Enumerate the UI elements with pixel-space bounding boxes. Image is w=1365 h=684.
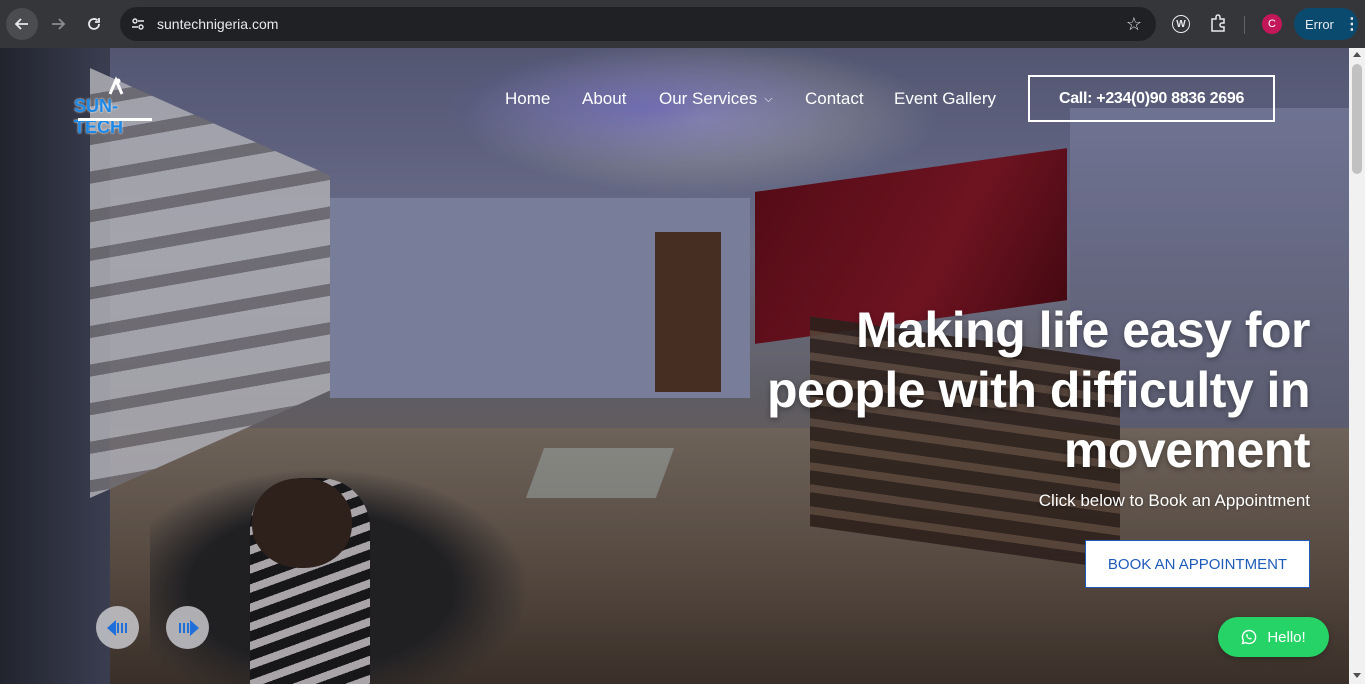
nav-our-services[interactable]: Our Services ⌵ xyxy=(659,89,773,109)
scrollbar-thumb[interactable] xyxy=(1352,64,1362,174)
book-appointment-button[interactable]: BOOK AN APPOINTMENT xyxy=(1085,540,1310,588)
whatsapp-icon xyxy=(1241,629,1257,645)
logo-text: SUN-TECH xyxy=(74,96,123,137)
arrow-right-icon xyxy=(52,18,66,30)
forward-button[interactable] xyxy=(42,8,74,40)
slider-prev-button[interactable] xyxy=(96,606,139,649)
reload-button[interactable] xyxy=(78,8,110,40)
extensions-puzzle-icon[interactable] xyxy=(1208,13,1228,38)
whatsapp-chat-button[interactable]: Hello! xyxy=(1218,617,1329,657)
reload-icon xyxy=(88,18,100,30)
headline-line-2: people with difficulty in xyxy=(766,362,1311,418)
bookmark-star-icon[interactable]: ☆ xyxy=(1126,14,1142,35)
scroll-up-arrow-icon[interactable] xyxy=(1353,52,1361,57)
site-logo[interactable]: SUN-TECH xyxy=(74,76,164,137)
extension-w-icon[interactable]: W xyxy=(1172,15,1190,33)
nav-event-gallery[interactable]: Event Gallery xyxy=(894,89,996,109)
browser-toolbar: suntechnigeria.com ☆ W C Error ⋮ xyxy=(0,0,1365,48)
nav-about[interactable]: About xyxy=(582,89,626,109)
arrow-left-icon xyxy=(106,619,127,636)
profile-avatar[interactable]: C xyxy=(1262,14,1282,34)
url-text[interactable]: suntechnigeria.com xyxy=(157,16,278,32)
more-menu-icon: ⋮ xyxy=(1343,16,1360,33)
error-label: Error xyxy=(1305,16,1334,32)
site-info-icon[interactable] xyxy=(130,16,146,37)
arrow-right-icon xyxy=(178,619,199,636)
nav-home[interactable]: Home xyxy=(505,89,550,109)
logo-mark-icon xyxy=(108,76,124,95)
headline-line-1: Making life easy for xyxy=(855,302,1311,358)
nav-contact[interactable]: Contact xyxy=(805,89,864,109)
toolbar-divider xyxy=(1244,16,1245,34)
nav-our-services-label: Our Services xyxy=(659,89,758,108)
logo-underline xyxy=(78,118,152,121)
hero-section: SUN-TECH Home About Our Services ⌵ Contac… xyxy=(0,48,1349,684)
arrow-left-icon xyxy=(14,18,28,30)
address-bar[interactable]: suntechnigeria.com ☆ xyxy=(120,7,1156,41)
hero-subline: Click below to Book an Appointment xyxy=(1038,491,1310,510)
error-status-button[interactable]: Error ⋮ xyxy=(1294,8,1360,40)
back-button[interactable] xyxy=(6,8,38,40)
hero-headline: Making life easy for people with difficu… xyxy=(670,300,1311,480)
whatsapp-label: Hello! xyxy=(1267,628,1306,646)
slider-next-button[interactable] xyxy=(166,606,209,649)
headline-line-3: movement xyxy=(1063,422,1311,478)
scroll-down-arrow-icon[interactable] xyxy=(1353,673,1361,678)
page-scrollbar[interactable] xyxy=(1349,48,1365,684)
call-button[interactable]: Call: +234(0)90 8836 2696 xyxy=(1028,75,1275,122)
chevron-down-icon: ⌵ xyxy=(764,93,773,106)
